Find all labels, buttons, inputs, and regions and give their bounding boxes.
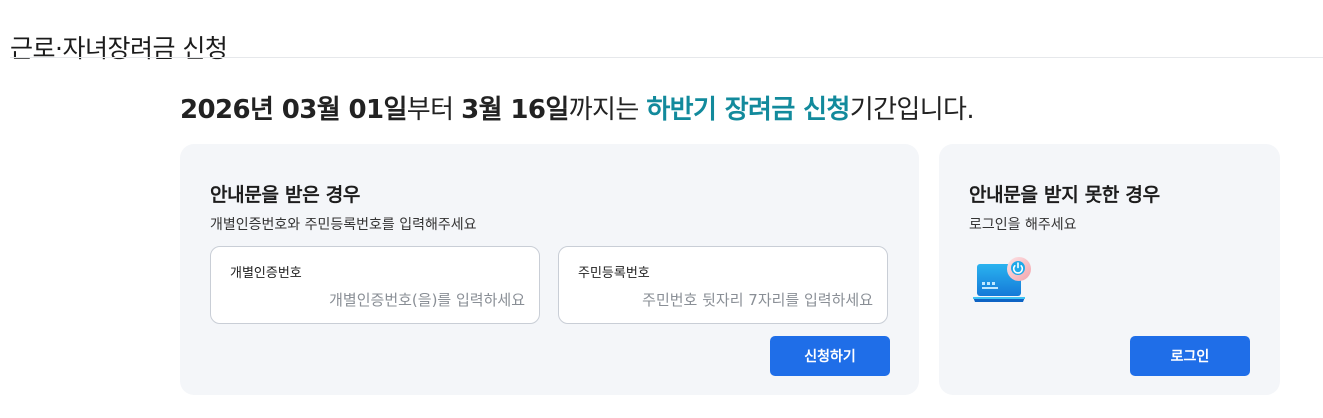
auth-number-input[interactable] [235, 291, 525, 309]
laptop-power-icon [973, 257, 1031, 302]
notice-suffix-text: 기간입니다. [849, 95, 975, 125]
notice-period-name: 하반기 장려금 신청 [646, 95, 850, 125]
received-notice-card: 안내문을 받은 경우 개별인증번호와 주민등록번호를 입력해주세요 개별인증번호… [180, 144, 919, 395]
rrn-label: 주민등록번호 [578, 266, 650, 281]
notice-end-date: 3월 16일 [461, 95, 569, 125]
application-period-notice: 2026년 03월 01일부터 3월 16일까지는 하반기 장려금 신청기간입니… [180, 89, 975, 126]
rrn-input[interactable] [583, 291, 873, 309]
received-card-title: 안내문을 받은 경우 [210, 184, 361, 206]
rrn-field[interactable]: 주민등록번호 [558, 246, 888, 324]
notice-until-text: 까지는 [568, 95, 647, 125]
not-received-card-subtitle: 로그인을 해주세요 [969, 217, 1077, 233]
header-divider [10, 57, 1323, 58]
auth-number-field[interactable]: 개별인증번호 [210, 246, 540, 324]
not-received-card-title: 안내문을 받지 못한 경우 [969, 184, 1160, 206]
apply-button[interactable]: 신청하기 [770, 336, 890, 376]
notice-start-date: 2026년 03월 01일 [180, 95, 407, 125]
not-received-notice-card: 안내문을 받지 못한 경우 로그인을 해주세요 로그인 [939, 144, 1280, 395]
received-card-subtitle: 개별인증번호와 주민등록번호를 입력해주세요 [210, 217, 477, 233]
auth-number-label: 개별인증번호 [230, 266, 302, 281]
login-button[interactable]: 로그인 [1130, 336, 1250, 376]
page-title: 근로·자녀장려금 신청 [10, 33, 228, 63]
notice-from-text: 부터 [406, 95, 462, 125]
